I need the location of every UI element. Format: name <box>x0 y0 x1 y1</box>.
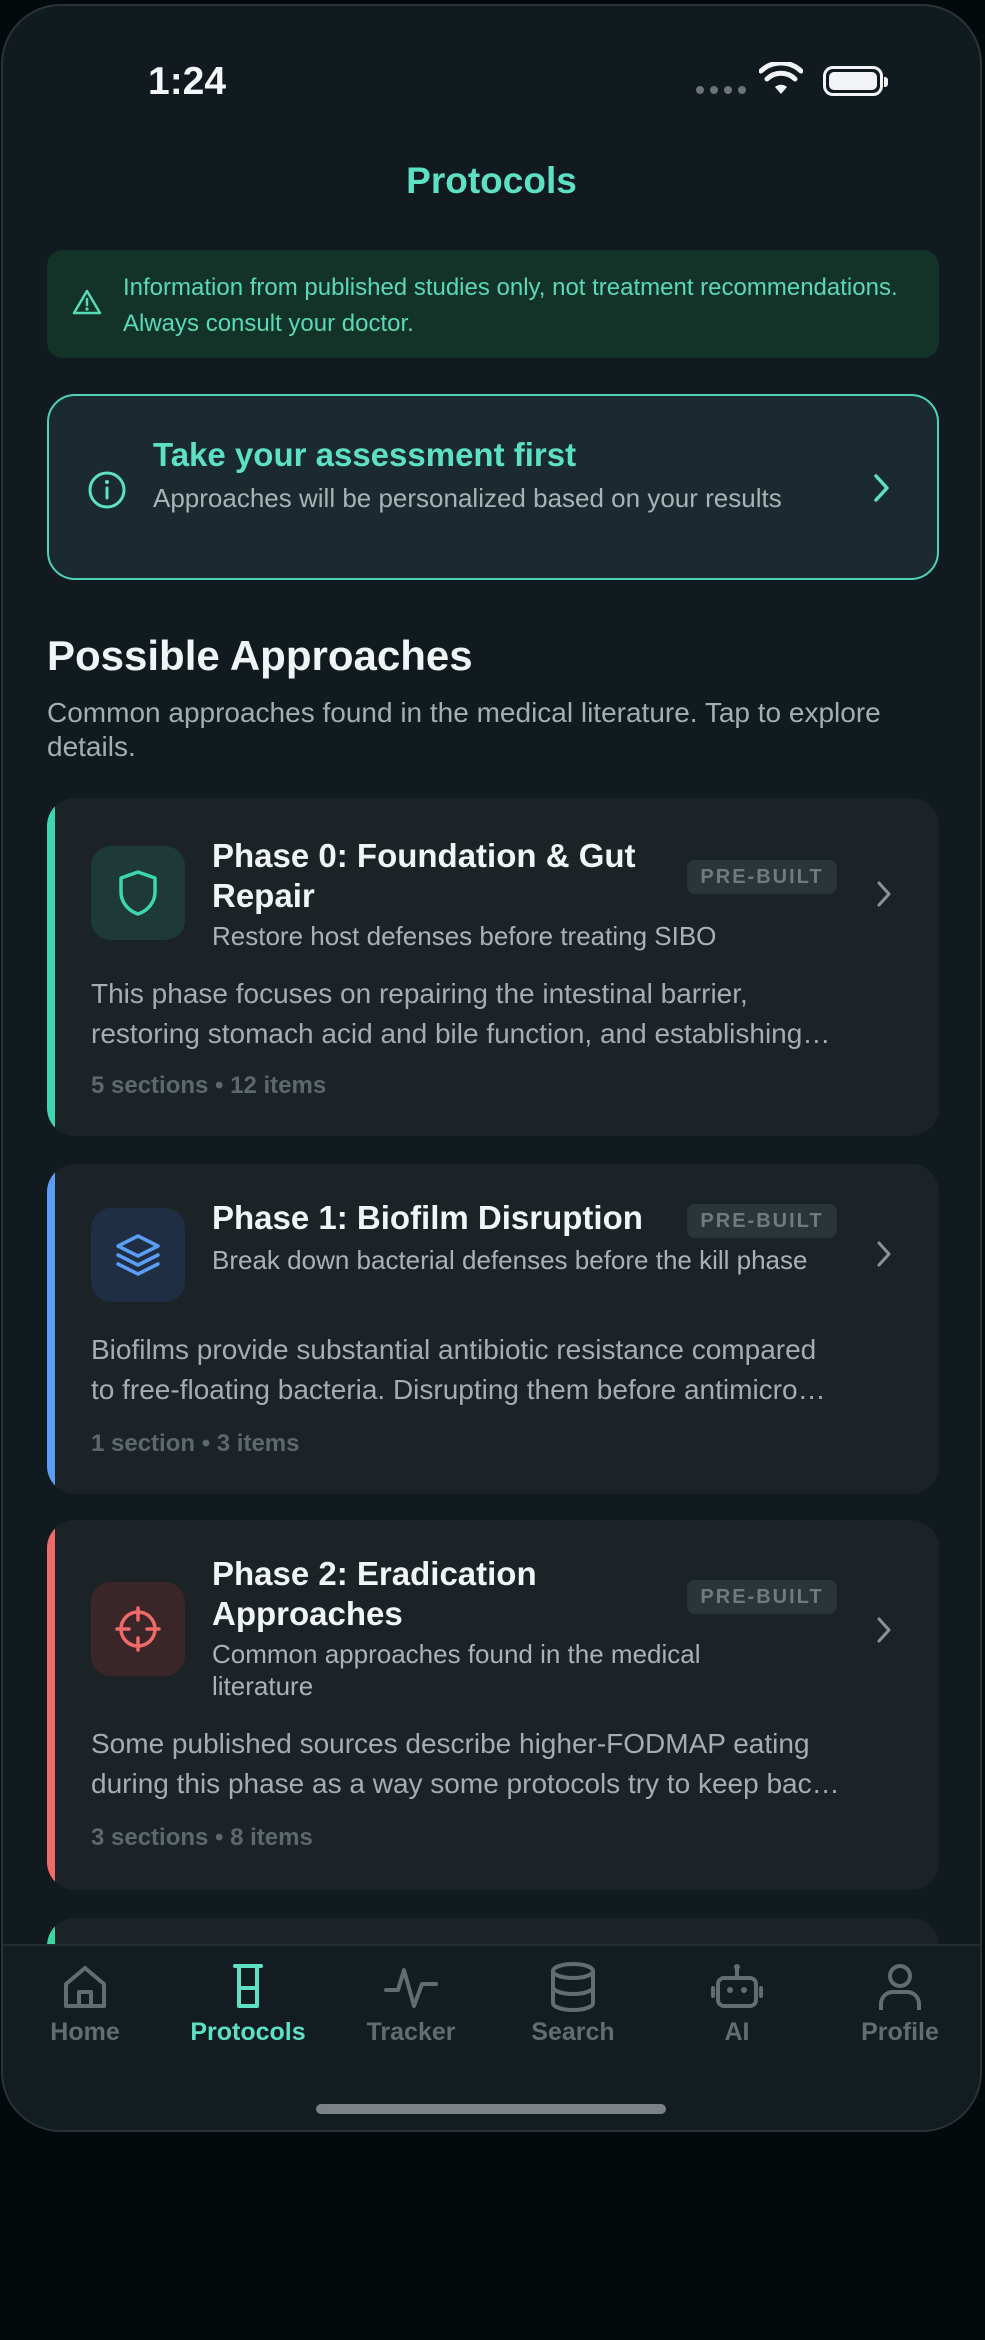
chevron-right-icon <box>877 1617 891 1643</box>
card-subtitle: Common approaches found in the medical l… <box>212 1639 701 1701</box>
card-meta: 1 section • 3 items <box>91 1430 300 1457</box>
section-title: Possible Approaches <box>47 632 473 679</box>
chevron-right-icon <box>877 881 891 907</box>
card-accent-bar <box>47 1520 55 1890</box>
tab-search[interactable]: Search <box>493 1960 653 2047</box>
card-description: Some published sources describe higher-F… <box>91 1728 840 1799</box>
card-icon-box <box>91 1582 185 1676</box>
card-icon-box <box>91 1208 185 1302</box>
home-indicator[interactable] <box>316 2104 666 2114</box>
disclaimer-text: Information from published studies only,… <box>123 274 898 337</box>
tab-home[interactable]: Home <box>5 1960 165 2047</box>
pre-built-badge: PRE-BUILT <box>687 860 837 894</box>
crosshair-icon <box>115 1606 161 1652</box>
protocol-card-phase-2[interactable]: Phase 2: Eradication Approaches Common a… <box>47 1520 939 1890</box>
card-accent-bar <box>47 798 55 1136</box>
layers-icon <box>116 1234 160 1276</box>
tab-label: Protocols <box>190 2018 306 2046</box>
card-title: Phase 2: Eradication Approaches <box>212 1555 537 1632</box>
card-title: Phase 0: Foundation & Gut Repair <box>212 837 636 914</box>
warning-triangle-icon <box>72 289 102 315</box>
user-icon <box>879 1964 921 2010</box>
robot-icon <box>711 1964 763 2008</box>
card-title: Phase 1: Biofilm Disruption <box>212 1199 643 1236</box>
home-icon <box>64 1966 106 2008</box>
battery-icon <box>823 66 888 96</box>
tab-label: AI <box>724 2018 750 2046</box>
status-time: 1:24 <box>148 60 227 103</box>
card-description: Biofilms provide substantial antibiotic … <box>91 1334 826 1405</box>
tab-protocols[interactable]: Protocols <box>168 1960 328 2047</box>
beaker-icon <box>233 1964 263 2008</box>
page-title: Protocols <box>406 160 577 201</box>
disclaimer-banner: Information from published studies only,… <box>47 250 939 358</box>
assessment-title: Take your assessment first <box>153 436 577 473</box>
card-icon-box <box>91 846 185 940</box>
pre-built-badge: PRE-BUILT <box>687 1580 837 1614</box>
card-meta: 3 sections • 8 items <box>91 1824 313 1851</box>
card-meta: 5 sections • 12 items <box>91 1072 327 1099</box>
chevron-right-icon <box>874 474 889 502</box>
wifi-icon <box>759 62 803 94</box>
card-accent-bar <box>47 1164 55 1494</box>
tab-tracker[interactable]: Tracker <box>331 1960 491 2047</box>
assessment-prompt-card[interactable]: Take your assessment first Approaches wi… <box>47 394 939 580</box>
database-icon <box>551 1962 595 2012</box>
activity-icon <box>384 1968 438 2008</box>
card-description: This phase focuses on repairing the inte… <box>91 978 831 1049</box>
tab-label: Profile <box>861 2018 939 2046</box>
shield-icon <box>119 870 157 916</box>
tab-profile[interactable]: Profile <box>820 1960 980 2047</box>
protocol-card-phase-0[interactable]: Phase 0: Foundation & Gut Repair Restore… <box>47 798 939 1136</box>
tab-label: Search <box>531 2018 615 2046</box>
protocol-card-phase-1[interactable]: Phase 1: Biofilm Disruption Break down b… <box>47 1164 939 1494</box>
chevron-right-icon <box>877 1241 891 1267</box>
cellular-signal-icon <box>696 86 746 94</box>
tab-label: Home <box>50 2018 120 2046</box>
status-bar: 1:24 <box>3 6 980 146</box>
assessment-subtitle: Approaches will be personalized based on… <box>153 483 782 513</box>
pre-built-badge: PRE-BUILT <box>687 1204 837 1238</box>
tab-ai[interactable]: AI <box>657 1960 817 2047</box>
card-subtitle: Restore host defenses before treating SI… <box>212 921 717 951</box>
card-subtitle: Break down bacterial defenses before the… <box>212 1245 808 1275</box>
info-icon <box>88 471 126 509</box>
phone-screen: 1:24 Protocols Information from publishe… <box>1 4 982 2132</box>
tab-bar: Home Protocols Tracker Search AI Profile <box>3 1944 980 2130</box>
section-subtitle: Common approaches found in the medical l… <box>47 697 881 762</box>
tab-label: Tracker <box>366 2018 456 2046</box>
